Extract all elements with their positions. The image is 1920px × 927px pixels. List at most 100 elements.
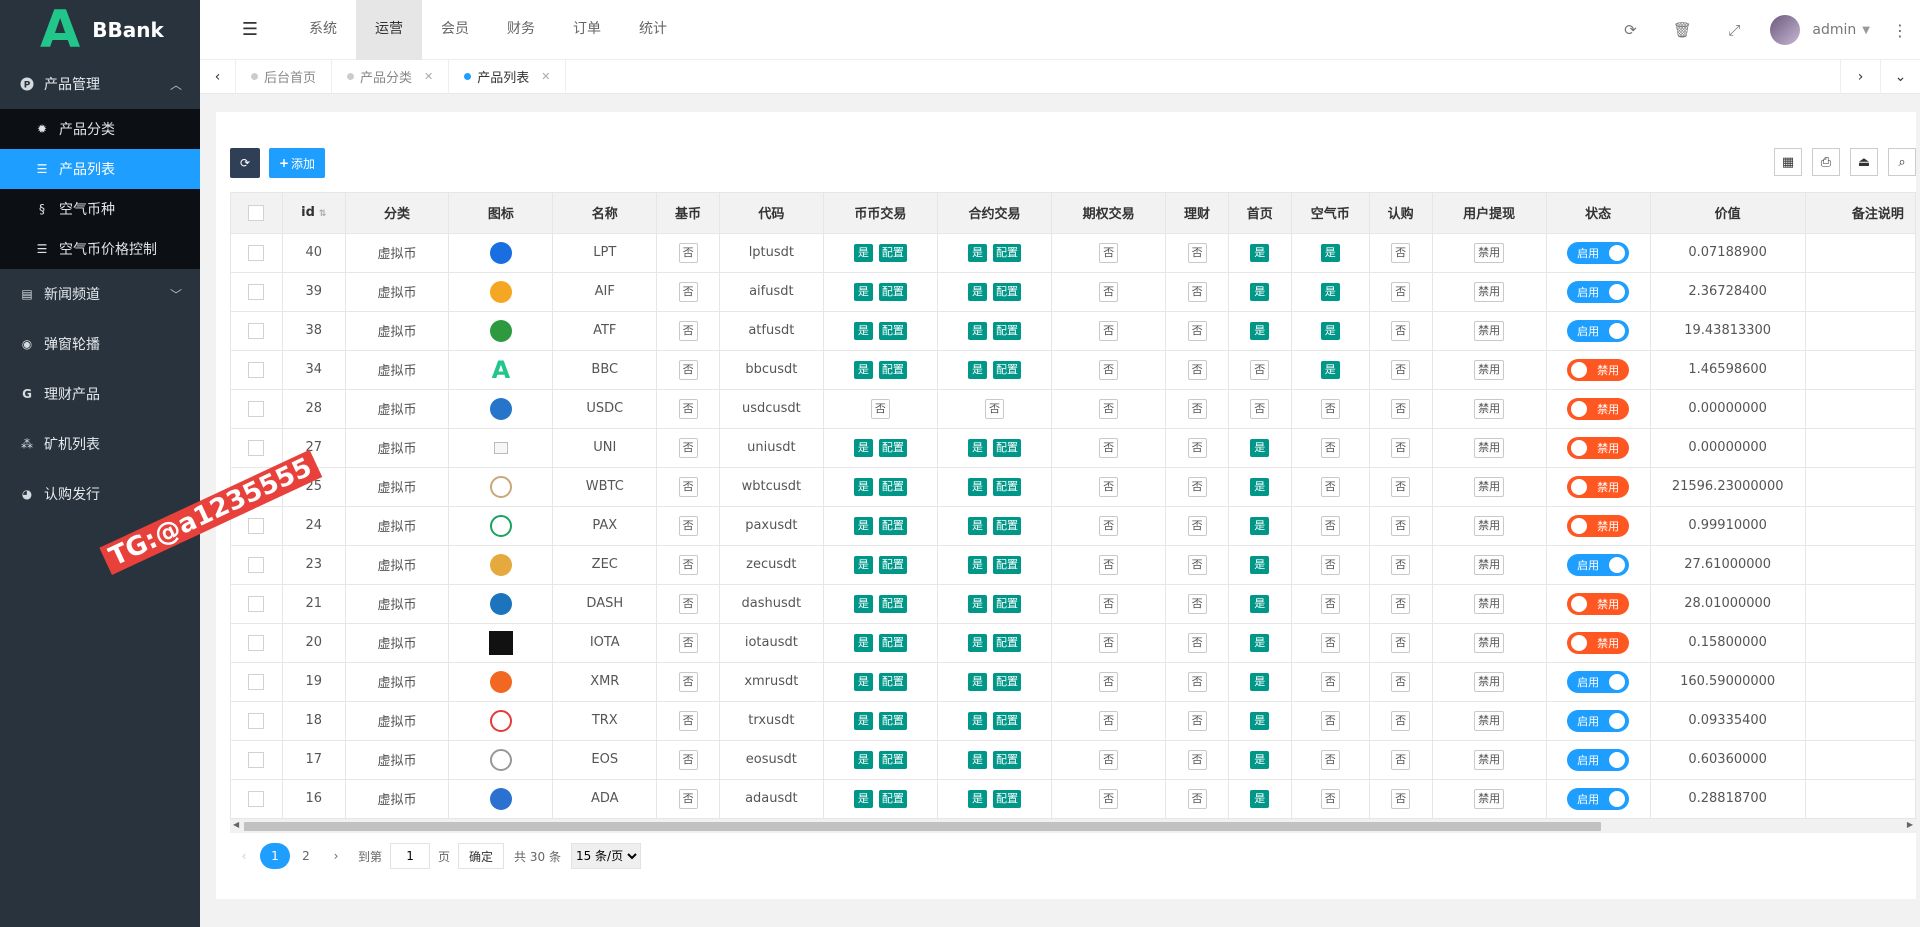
finance-no-button[interactable]: 否: [1187, 320, 1207, 341]
finance-no-button[interactable]: 否: [1187, 632, 1207, 653]
contract-config-button[interactable]: 配置: [992, 360, 1021, 379]
contract-config-button[interactable]: 配置: [992, 321, 1021, 340]
logo[interactable]: A BBank: [0, 0, 200, 59]
spot-config-button[interactable]: 配置: [878, 789, 907, 808]
air-no-button[interactable]: 否: [1320, 476, 1340, 497]
spot-config-button[interactable]: 配置: [878, 282, 907, 301]
spot-config-button[interactable]: 配置: [878, 711, 907, 730]
status-toggle[interactable]: 禁用: [1567, 436, 1630, 459]
avatar[interactable]: [1770, 15, 1801, 45]
finance-no-button[interactable]: 否: [1187, 437, 1207, 458]
finance-no-button[interactable]: 否: [1187, 749, 1207, 770]
option-no-button[interactable]: 否: [1099, 632, 1119, 653]
spot-config-button[interactable]: 配置: [878, 750, 907, 769]
finance-no-button[interactable]: 否: [1187, 554, 1207, 575]
tab-product-list[interactable]: 产品列表 ✕: [449, 59, 567, 94]
export-icon[interactable]: ⏏: [1850, 148, 1878, 176]
more-vertical-icon[interactable]: ⋮: [1880, 21, 1920, 40]
row-checkbox[interactable]: [248, 595, 265, 612]
status-toggle[interactable]: 启用: [1567, 241, 1630, 264]
air-yes-button[interactable]: 是: [1320, 321, 1340, 340]
air-no-button[interactable]: 否: [1320, 710, 1340, 731]
contract-config-button[interactable]: 配置: [992, 711, 1021, 730]
home-yes-button[interactable]: 是: [1250, 555, 1270, 574]
tabs-prev-icon[interactable]: ‹: [200, 59, 236, 94]
row-checkbox[interactable]: [248, 322, 265, 339]
home-yes-button[interactable]: 是: [1250, 321, 1270, 340]
withdraw-disabled-button[interactable]: 禁用: [1474, 359, 1505, 380]
air-no-button[interactable]: 否: [1320, 437, 1340, 458]
refresh-icon[interactable]: ⟳: [1604, 21, 1656, 39]
contract-yes-button[interactable]: 是: [967, 711, 987, 730]
contract-yes-button[interactable]: 是: [967, 360, 987, 379]
withdraw-disabled-button[interactable]: 禁用: [1474, 398, 1505, 419]
tabs-next-icon[interactable]: ›: [1840, 60, 1880, 94]
page-size-select[interactable]: 15 条/页: [570, 843, 641, 869]
top-nav-stats[interactable]: 统计: [620, 0, 686, 60]
home-yes-button[interactable]: 是: [1250, 789, 1270, 808]
tab-home[interactable]: 后台首页: [236, 59, 333, 94]
menu-toggle-icon[interactable]: ☰: [225, 19, 275, 40]
status-toggle[interactable]: 启用: [1567, 553, 1630, 576]
base-no-button[interactable]: 否: [678, 749, 698, 770]
option-no-button[interactable]: 否: [1099, 554, 1119, 575]
air-yes-button[interactable]: 是: [1320, 360, 1340, 379]
prev-page-icon[interactable]: ‹: [230, 843, 258, 869]
base-no-button[interactable]: 否: [678, 398, 698, 419]
home-yes-button[interactable]: 是: [1250, 594, 1270, 613]
top-nav-system[interactable]: 系统: [290, 0, 356, 60]
row-checkbox[interactable]: [248, 751, 265, 768]
option-no-button[interactable]: 否: [1099, 281, 1119, 302]
row-checkbox[interactable]: [248, 790, 265, 807]
select-all-checkbox[interactable]: [248, 204, 265, 221]
sidebar-item-product-category[interactable]: ✹ 产品分类: [0, 109, 200, 149]
status-toggle[interactable]: 启用: [1567, 670, 1630, 693]
home-yes-button[interactable]: 是: [1250, 282, 1270, 301]
contract-yes-button[interactable]: 是: [967, 477, 987, 496]
spot-config-button[interactable]: 配置: [878, 555, 907, 574]
tabs-menu-chevron-down-icon[interactable]: ⌄: [1880, 60, 1920, 94]
subscribe-no-button[interactable]: 否: [1391, 749, 1411, 770]
contract-no-button[interactable]: 否: [984, 398, 1004, 419]
withdraw-disabled-button[interactable]: 禁用: [1474, 242, 1505, 263]
contract-yes-button[interactable]: 是: [967, 750, 987, 769]
air-no-button[interactable]: 否: [1320, 788, 1340, 809]
air-no-button[interactable]: 否: [1320, 398, 1340, 419]
subscribe-no-button[interactable]: 否: [1391, 788, 1411, 809]
contract-yes-button[interactable]: 是: [967, 516, 987, 535]
base-no-button[interactable]: 否: [678, 632, 698, 653]
contract-config-button[interactable]: 配置: [992, 282, 1021, 301]
spot-config-button[interactable]: 配置: [878, 516, 907, 535]
finance-no-button[interactable]: 否: [1187, 710, 1207, 731]
home-yes-button[interactable]: 是: [1250, 438, 1270, 457]
contract-config-button[interactable]: 配置: [992, 750, 1021, 769]
home-yes-button[interactable]: 是: [1250, 477, 1270, 496]
status-toggle[interactable]: 启用: [1567, 787, 1630, 810]
close-icon[interactable]: ✕: [424, 70, 433, 83]
subscribe-no-button[interactable]: 否: [1391, 242, 1411, 263]
base-no-button[interactable]: 否: [678, 710, 698, 731]
page-input[interactable]: [390, 843, 431, 869]
refresh-button[interactable]: ⟳: [230, 148, 260, 178]
contract-config-button[interactable]: 配置: [992, 555, 1021, 574]
subscribe-no-button[interactable]: 否: [1391, 710, 1411, 731]
subscribe-no-button[interactable]: 否: [1391, 476, 1411, 497]
option-no-button[interactable]: 否: [1099, 437, 1119, 458]
home-yes-button[interactable]: 是: [1250, 711, 1270, 730]
option-no-button[interactable]: 否: [1099, 710, 1119, 731]
scroll-left-icon[interactable]: ◀: [233, 820, 239, 829]
spot-config-button[interactable]: 配置: [878, 672, 907, 691]
subscribe-no-button[interactable]: 否: [1391, 554, 1411, 575]
contract-yes-button[interactable]: 是: [967, 633, 987, 652]
page-1[interactable]: 1: [260, 843, 290, 869]
finance-no-button[interactable]: 否: [1187, 476, 1207, 497]
page-2[interactable]: 2: [292, 843, 320, 869]
spot-yes-button[interactable]: 是: [853, 633, 873, 652]
top-nav-operation[interactable]: 运营: [356, 0, 422, 60]
finance-no-button[interactable]: 否: [1187, 515, 1207, 536]
close-icon[interactable]: ✕: [541, 70, 550, 83]
confirm-button[interactable]: 确定: [458, 843, 505, 869]
contract-yes-button[interactable]: 是: [967, 243, 987, 262]
subscribe-no-button[interactable]: 否: [1391, 359, 1411, 380]
add-button[interactable]: + 添加: [269, 148, 325, 178]
